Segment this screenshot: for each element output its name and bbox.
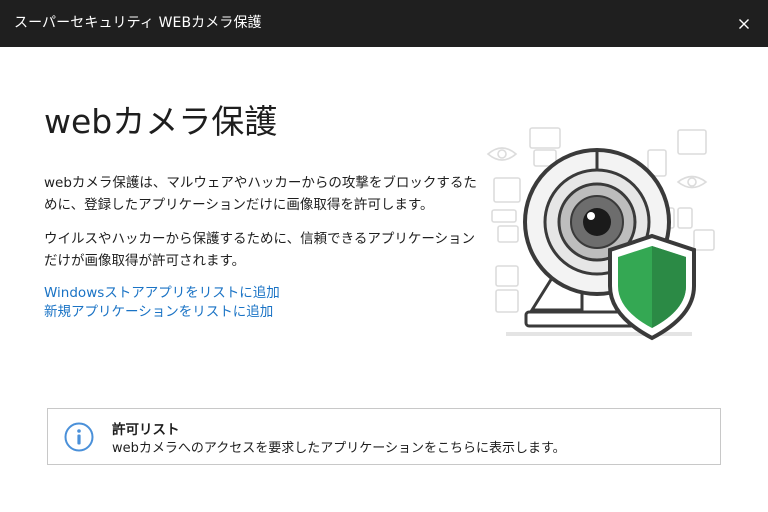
allow-list-panel: 許可リスト webカメラへのアクセスを要求したアプリケーションをこちらに表示しま… bbox=[47, 408, 721, 465]
add-store-app-link[interactable]: Windowsストアアプリをリストに追加 bbox=[44, 284, 280, 303]
info-icon bbox=[64, 422, 94, 452]
title-bar: スーパーセキュリティ WEBカメラ保護 bbox=[0, 0, 768, 47]
page-title: webカメラ保護 bbox=[44, 102, 278, 141]
close-icon bbox=[739, 19, 749, 29]
allow-list-title: 許可リスト bbox=[112, 422, 180, 438]
webcam-illustration bbox=[486, 127, 715, 341]
window-title: スーパーセキュリティ WEBカメラ保護 bbox=[14, 15, 262, 31]
close-button[interactable] bbox=[728, 8, 760, 40]
description-paragraph-1: webカメラ保護は、マルウェアやハッカーからの攻撃をブロックするために、登録した… bbox=[44, 175, 477, 213]
allow-list-description: webカメラへのアクセスを要求したアプリケーションをこちらに表示します。 bbox=[112, 441, 566, 456]
add-new-app-link[interactable]: 新規アプリケーションをリストに追加 bbox=[44, 303, 273, 322]
description-paragraph-2: ウイルスやハッカーから保護するために、信頼できるアプリケーションだけが画像取得が… bbox=[44, 231, 476, 269]
